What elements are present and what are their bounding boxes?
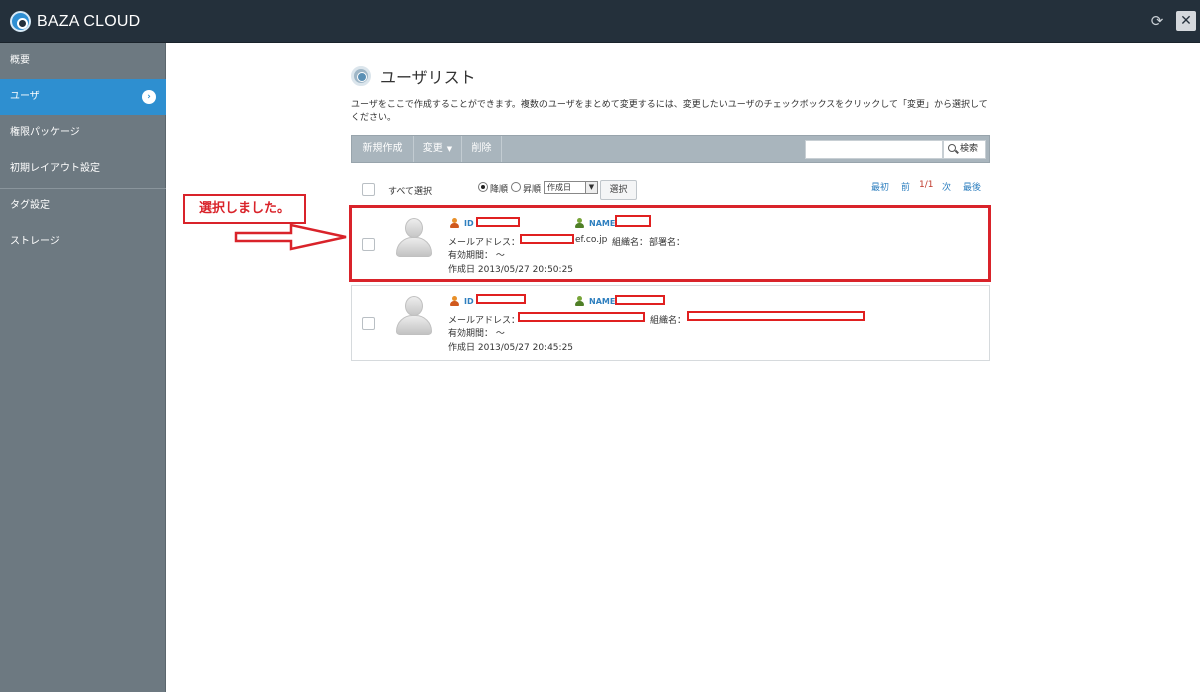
sort-asc-radio[interactable] xyxy=(511,182,521,192)
validity-period: 有効期間： ～ xyxy=(448,329,505,339)
sidebar-item-users[interactable]: ユーザ › xyxy=(0,79,166,115)
chevron-down-icon: ▼ xyxy=(585,182,597,193)
change-dropdown-button[interactable]: 変更 ▼ xyxy=(414,136,462,162)
sidebar-item-label: ストレージ xyxy=(10,236,60,247)
toolbar: 新規作成 変更 ▼ 削除 検索 xyxy=(351,135,990,163)
pager-next[interactable]: 次 xyxy=(942,180,951,193)
sidebar-item-label: 初期レイアウト設定 xyxy=(10,163,100,174)
search-button-label: 検索 xyxy=(960,144,979,154)
pager-current: 1/1 xyxy=(919,180,934,190)
search-button[interactable]: 検索 xyxy=(943,140,986,159)
id-label: ID xyxy=(464,297,474,306)
gear-icon xyxy=(351,66,371,86)
avatar-head xyxy=(405,296,423,316)
redacted-name xyxy=(615,295,665,305)
sidebar-item-initial-layout[interactable]: 初期レイアウト設定 xyxy=(0,151,166,187)
page-title: ユーザリスト xyxy=(380,68,476,87)
close-icon[interactable]: ✕ xyxy=(1176,11,1196,31)
sidebar-item-overview[interactable]: 概要 xyxy=(0,43,166,79)
sort-desc-radio[interactable] xyxy=(478,182,488,192)
user-id-icon xyxy=(449,296,459,307)
name-label: NAME xyxy=(589,297,616,306)
top-bar: BAZA CLOUD ⟳ ✕ xyxy=(0,0,1200,43)
sort-asc-label: 昇順 xyxy=(523,185,542,195)
change-label: 変更 xyxy=(422,143,443,154)
select-all-label: すべて選択 xyxy=(388,187,433,197)
org-label: 組織名： xyxy=(650,316,687,326)
page-description: ユーザをここで作成することができます。複数のユーザをまとめて変更するには、変更し… xyxy=(351,100,988,123)
delete-button[interactable]: 削除 xyxy=(462,136,502,162)
sidebar-item-label: タグ設定 xyxy=(10,200,50,211)
sidebar-item-label: ユーザ xyxy=(10,91,40,102)
app-title: BAZA CLOUD xyxy=(37,12,141,30)
user-name-icon xyxy=(574,296,584,307)
sidebar-item-tags[interactable]: タグ設定 xyxy=(0,188,166,224)
app-logo[interactable]: BAZA CLOUD xyxy=(10,11,140,32)
sidebar-item-permission-packages[interactable]: 権限パッケージ xyxy=(0,115,166,151)
redacted-org xyxy=(687,311,865,321)
pager-first[interactable]: 最初 xyxy=(871,180,889,193)
sidebar: 概要 ユーザ › 権限パッケージ 初期レイアウト設定 タグ設定 ストレージ xyxy=(0,43,166,692)
select-button[interactable]: 選択 xyxy=(600,180,637,200)
caret-down-icon: ▼ xyxy=(446,145,453,153)
selection-highlight-box xyxy=(349,205,991,282)
delete-label: 削除 xyxy=(471,143,492,154)
sort-field-select[interactable]: 作成日 ▼ xyxy=(544,181,598,194)
sidebar-item-label: 権限パッケージ xyxy=(10,127,80,138)
redacted-email xyxy=(518,312,645,322)
search-input[interactable] xyxy=(805,140,943,159)
sort-desc-label: 降順 xyxy=(490,185,509,195)
search-icon xyxy=(948,144,956,152)
cloud-logo-icon xyxy=(10,11,31,32)
annotation-arrow-icon xyxy=(234,223,347,251)
annotation-callout: 選択しました。 xyxy=(183,194,306,224)
sort-field-value: 作成日 xyxy=(547,183,571,192)
chevron-right-icon: › xyxy=(142,90,156,104)
refresh-icon[interactable]: ⟳ xyxy=(1148,12,1166,30)
new-user-button[interactable]: 新規作成 xyxy=(352,136,414,162)
select-all-checkbox[interactable] xyxy=(362,183,375,196)
new-user-label: 新規作成 xyxy=(362,143,403,154)
pager-prev[interactable]: 前 xyxy=(901,180,910,193)
redacted-id xyxy=(476,294,526,304)
pager-last[interactable]: 最後 xyxy=(963,180,981,193)
user-select-checkbox[interactable] xyxy=(362,317,375,330)
sidebar-item-label: 概要 xyxy=(10,55,30,66)
avatar-body xyxy=(396,315,432,335)
email-label: メールアドレス： xyxy=(448,316,521,326)
created-date: 作成日 2013/05/27 20:45:25 xyxy=(448,343,574,353)
sidebar-item-storage[interactable]: ストレージ xyxy=(0,224,166,260)
avatar xyxy=(396,296,432,336)
